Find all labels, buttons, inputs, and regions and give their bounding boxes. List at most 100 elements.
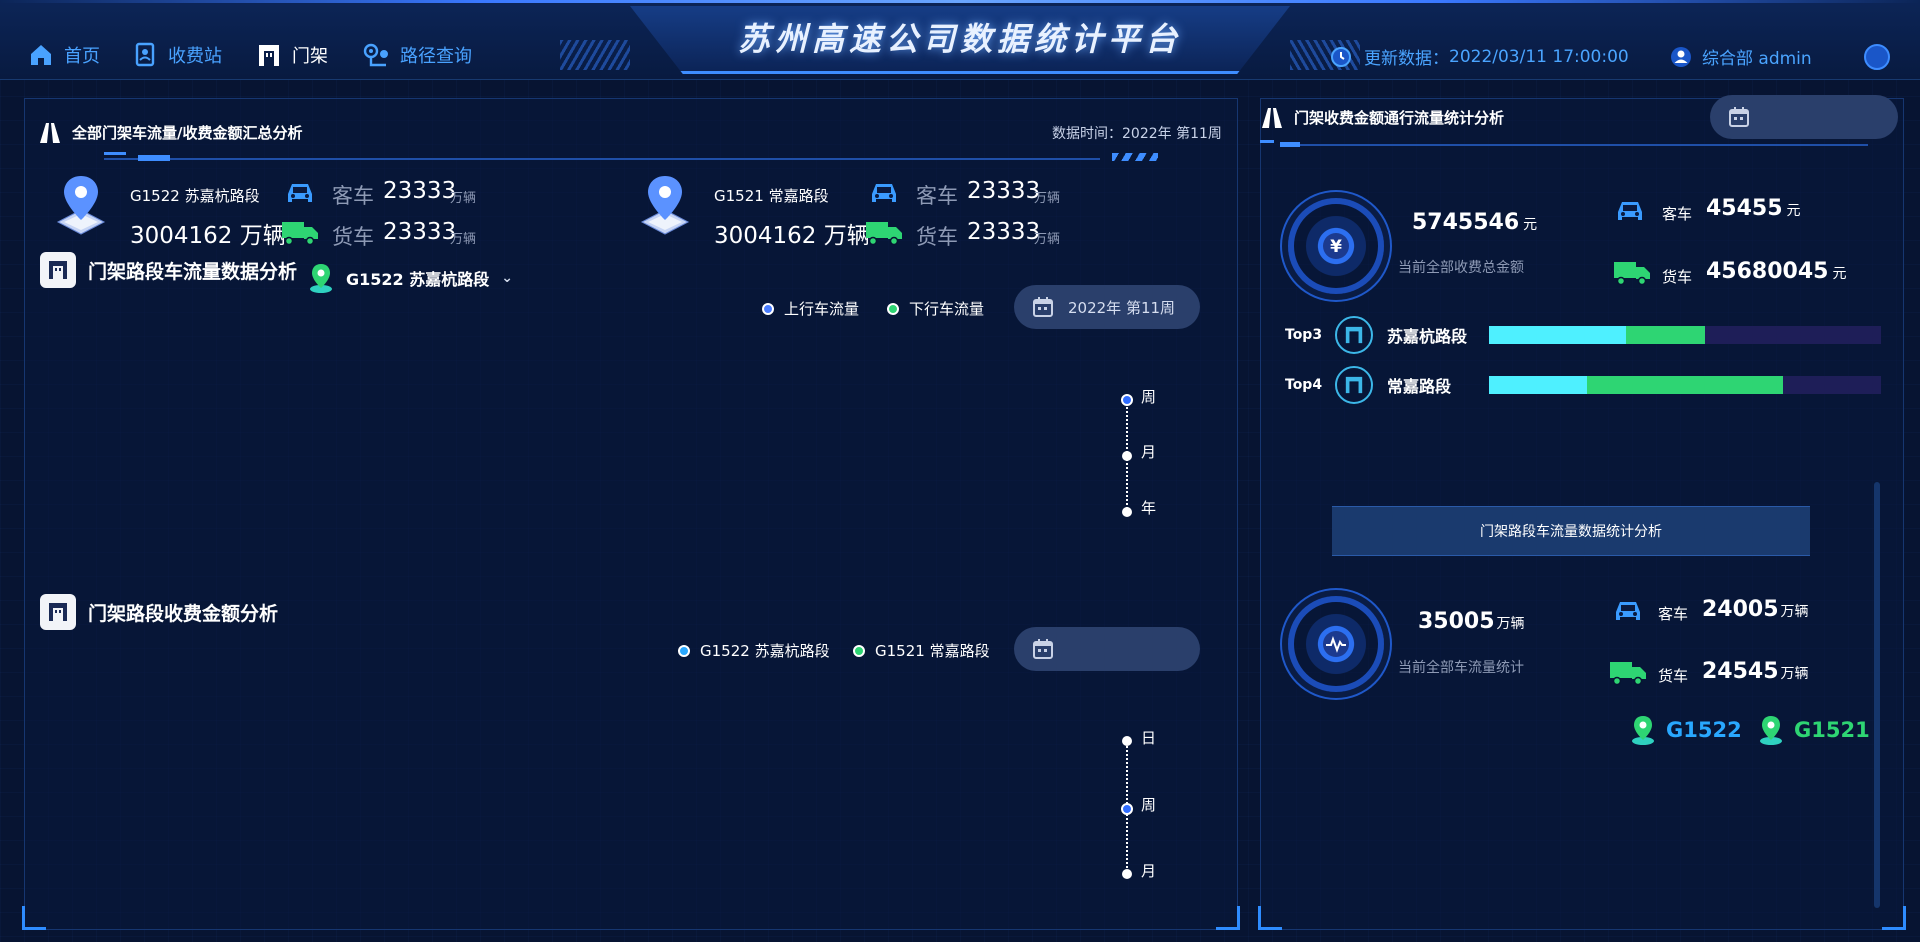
timeline-dot-week[interactable] xyxy=(1121,394,1133,406)
data-time: 数据时间：2022年 第11周 xyxy=(1052,126,1222,142)
truck-icon xyxy=(282,222,318,246)
corner-decoration xyxy=(1258,906,1282,930)
flow-date-picker[interactable]: 2022年 第11周 xyxy=(1014,285,1200,329)
legend-label: 下行车流量 xyxy=(909,300,985,318)
timeline-label[interactable]: 年 xyxy=(1141,497,1156,518)
legend-dot xyxy=(678,644,690,657)
flow-truck-value: 24545 xyxy=(1702,659,1779,684)
flow-ring xyxy=(1288,596,1384,692)
corner-decoration xyxy=(22,906,46,930)
road-tag-g1521[interactable]: G1521 xyxy=(1758,714,1870,746)
timeline-label[interactable]: 日 xyxy=(1141,727,1156,748)
legend-label: G1522 苏嘉杭路段 xyxy=(700,642,830,660)
rank-bar-cyan xyxy=(1489,376,1587,394)
flow-truck: 24545 万辆 xyxy=(1702,659,1809,684)
corner-decoration xyxy=(1216,906,1240,930)
calendar-icon xyxy=(1033,639,1053,659)
amount-car-value: 45455 xyxy=(1706,196,1783,221)
road-tag-label: G1522 xyxy=(1666,718,1742,742)
amount-car-unit: 元 xyxy=(1786,203,1801,219)
nav-gantry[interactable]: 门架 xyxy=(256,42,328,68)
timeline-dot-day[interactable] xyxy=(1122,736,1132,746)
flow-date: 2022年 第11周 xyxy=(1068,298,1176,317)
unit-label: 万辆 xyxy=(1034,232,1061,247)
gantry-icon xyxy=(1335,316,1373,354)
nav-home[interactable]: 首页 xyxy=(28,42,100,68)
update-label: 更新数据： xyxy=(1364,49,1449,69)
road-tag-g1522[interactable]: G1522 xyxy=(1630,714,1742,746)
legend-downstream: 下行车流量 xyxy=(887,298,984,319)
scrollbar[interactable] xyxy=(1874,482,1880,908)
segment-select[interactable]: G1522 苏嘉杭路段 ⌄ xyxy=(308,262,513,294)
flow-truck-label: 货车 xyxy=(1658,667,1689,685)
rank-tag: Top4 xyxy=(1285,377,1323,393)
nav-toll-station[interactable]: 收费站 xyxy=(134,42,222,68)
nav-home-label: 首页 xyxy=(64,46,100,67)
user-menu[interactable]: 综合部 admin xyxy=(1670,44,1812,69)
gantry-icon xyxy=(259,45,279,66)
right-section-title: 门架收费金额通行流量统计分析 xyxy=(1260,107,1504,128)
flow-car-label: 客车 xyxy=(1658,605,1689,623)
yuan-icon: ¥ xyxy=(1323,233,1349,259)
pulse-icon xyxy=(1323,631,1349,657)
segment-name: G1522 苏嘉杭路段 xyxy=(130,187,260,205)
right-divider-accent xyxy=(1260,140,1274,143)
summary-section-title: 全部门架车流量/收费金额汇总分析 xyxy=(38,122,302,143)
power-icon[interactable] xyxy=(1864,44,1890,70)
right-title: 门架收费金额通行流量统计分析 xyxy=(1294,109,1505,127)
nav-toll-station-label: 收费站 xyxy=(168,46,222,67)
right-divider-accent xyxy=(1280,142,1300,147)
amount-ring: ¥ xyxy=(1288,198,1384,294)
toll-station-icon xyxy=(135,42,155,67)
chevron-down-icon: ⌄ xyxy=(501,270,513,286)
legend-g1522: G1522 苏嘉杭路段 xyxy=(678,640,830,661)
legend-dot xyxy=(887,302,899,315)
car-icon xyxy=(872,184,896,202)
home-icon xyxy=(31,45,51,65)
timeline-dot-month[interactable] xyxy=(1122,869,1132,879)
ranking-row: Top3 苏嘉杭路段 xyxy=(1285,316,1881,354)
car-label: 客车 xyxy=(332,184,374,208)
route-search-icon xyxy=(363,43,388,67)
summary-divider-accent xyxy=(104,152,126,155)
flow-car-unit: 万辆 xyxy=(1780,604,1809,620)
road-icon xyxy=(1262,107,1282,128)
amount-car: 45455 元 xyxy=(1706,196,1801,221)
selected-segment: G1522 苏嘉杭路段 xyxy=(346,270,490,289)
road-icon xyxy=(40,122,60,143)
toll-title: 门架路段收费金额分析 xyxy=(88,602,279,625)
timeline-dot-month[interactable] xyxy=(1122,451,1132,461)
rank-bar xyxy=(1489,376,1881,394)
flow-total: 35005 万辆 xyxy=(1418,609,1525,634)
page-title: 苏州高速公司数据统计平台 xyxy=(737,20,1182,58)
timeline-label[interactable]: 周 xyxy=(1141,386,1156,407)
flow-truck-unit: 万辆 xyxy=(1780,666,1809,682)
timeline-label[interactable]: 月 xyxy=(1141,441,1156,462)
amount-car-label: 客车 xyxy=(1662,205,1693,223)
road-tag-label: G1521 xyxy=(1794,718,1870,742)
gantry-icon xyxy=(40,594,76,630)
timeline-dot-week[interactable] xyxy=(1121,803,1133,815)
header-glow-line xyxy=(0,0,1920,3)
user-name: 综合部 admin xyxy=(1702,49,1812,69)
amount-total: 5745546 元 xyxy=(1412,210,1537,235)
rank-bar xyxy=(1489,326,1881,344)
flow-title: 门架路段车流量数据分析 xyxy=(88,260,298,283)
timeline-label[interactable]: 周 xyxy=(1141,794,1156,815)
update-time: 2022/03/11 17:00:00 xyxy=(1449,46,1629,67)
toll-date-picker[interactable] xyxy=(1014,627,1200,671)
car-label: 客车 xyxy=(916,184,958,208)
car-icon xyxy=(288,184,312,202)
flow-caption: 当前全部车流量统计 xyxy=(1398,660,1524,676)
timeline-label[interactable]: 月 xyxy=(1141,860,1156,881)
flow-car: 24005 万辆 xyxy=(1702,597,1809,622)
flow-total-unit: 万辆 xyxy=(1496,616,1525,632)
amount-truck-value: 45680045 xyxy=(1706,259,1829,284)
nav-route-search[interactable]: 路径查询 xyxy=(362,42,472,68)
timeline-dot-year[interactable] xyxy=(1122,507,1132,517)
clock-icon xyxy=(1331,46,1351,67)
car-icon xyxy=(1618,202,1642,220)
svg-text:¥: ¥ xyxy=(1330,237,1342,257)
right-date-picker[interactable] xyxy=(1710,95,1898,139)
summary-divider xyxy=(104,158,1100,160)
